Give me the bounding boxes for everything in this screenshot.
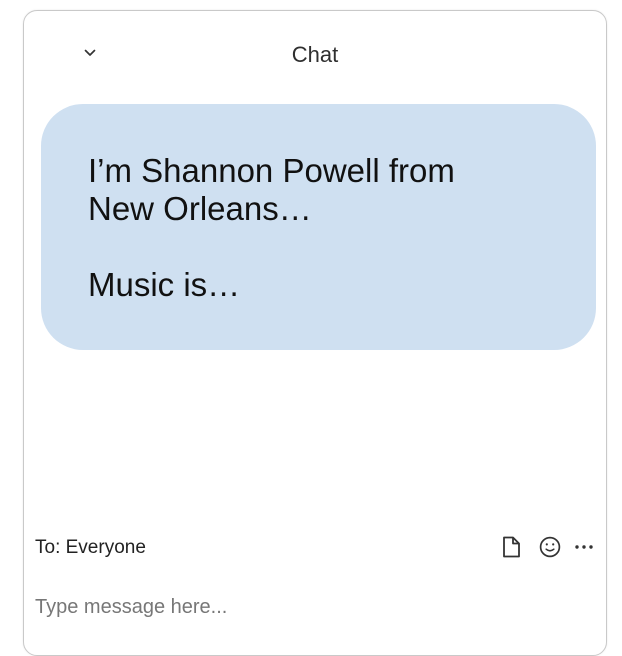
emoji-icon[interactable] <box>536 534 563 561</box>
file-icon[interactable] <box>498 534 525 561</box>
chat-message-bubble: I’m Shannon Powell from New Orleans… Mus… <box>41 104 596 350</box>
message-line-three: Music is… <box>88 266 241 303</box>
chat-panel: Chat I’m Shannon Powell from New Orleans… <box>23 10 607 656</box>
more-options-icon[interactable] <box>574 534 594 561</box>
chat-header: Chat <box>24 11 606 97</box>
chat-title: Chat <box>291 42 339 67</box>
message-line-one: I’m Shannon Powell from <box>88 152 455 189</box>
message-line-two: New Orleans… <box>88 190 312 227</box>
message-input[interactable] <box>35 592 575 622</box>
message-composer: To: Everyone <box>24 496 606 636</box>
composer-actions <box>498 533 594 561</box>
recipient-selector[interactable]: To: Everyone <box>35 537 146 559</box>
